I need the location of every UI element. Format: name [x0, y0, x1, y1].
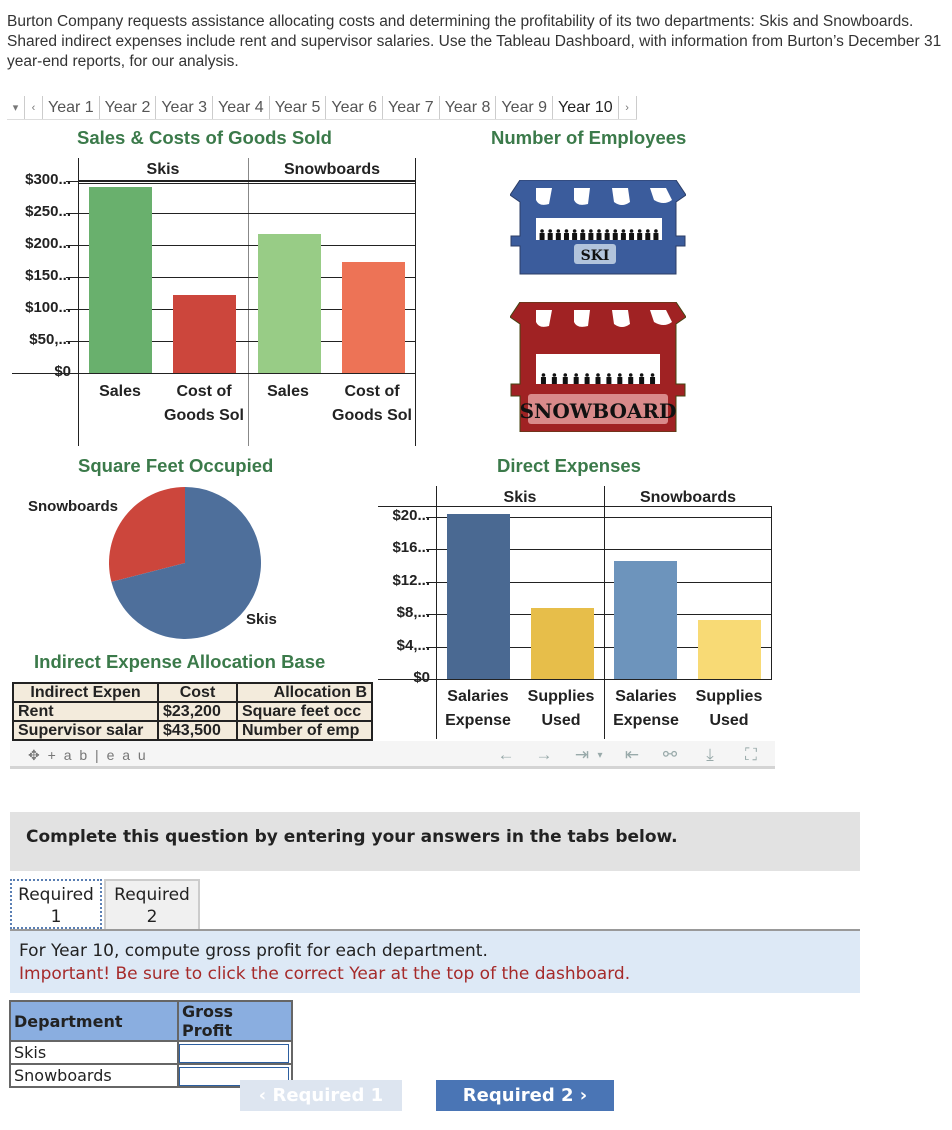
bar-snowboards-salaries-expense[interactable] [614, 560, 677, 679]
category-label: Salaries Expense [445, 688, 511, 729]
divider-line [604, 486, 605, 739]
y-tick-label: $0 [413, 669, 430, 686]
share-icon[interactable]: ⚯ [660, 745, 680, 765]
reset-icon[interactable]: ⇤ [622, 745, 642, 765]
department-cell: Snowboards [9, 1063, 179, 1088]
prev-required-button[interactable]: ‹ Required 1 [240, 1080, 402, 1111]
tab-required-2[interactable]: Required 2 [104, 879, 200, 929]
instruction-panel: For Year 10, compute gross profit for ea… [10, 929, 860, 993]
y-tick-label: $16... [392, 539, 430, 557]
header-department: Department [9, 1000, 179, 1042]
department-cell: Skis [9, 1040, 179, 1065]
bar-skis-salaries-expense[interactable] [447, 513, 510, 679]
baseline [378, 679, 772, 680]
bar-skis-supplies-used[interactable] [531, 607, 594, 679]
header-gross-profit: Gross Profit [177, 1000, 293, 1042]
category-label: Salaries Expense [613, 688, 679, 729]
important-note: Important! Be sure to click the correct … [19, 964, 631, 984]
next-required-button[interactable]: Required 2 › [436, 1080, 614, 1111]
question-banner: Complete this question by entering your … [10, 812, 860, 871]
axis-line [771, 506, 772, 679]
y-tick-label: $12... [392, 571, 430, 589]
tab-required-1[interactable]: Required 1 [10, 879, 102, 929]
category-label: Supplies Used [695, 688, 763, 729]
bar-snowboards-supplies-used[interactable] [698, 619, 761, 679]
gross-profit-table: Department Gross Profit Skis Snowboards [9, 1000, 293, 1088]
category-label: Supplies Used [527, 688, 595, 729]
fullscreen-icon[interactable]: ⛶ [741, 745, 761, 765]
axis-line [436, 486, 437, 739]
table-header-row: Department Gross Profit [9, 1000, 293, 1042]
redo-icon[interactable]: → [534, 745, 554, 765]
gross-profit-input-skis[interactable] [179, 1043, 289, 1063]
undo-icon[interactable]: ← [496, 745, 516, 765]
revert-icon[interactable]: ⇥ [572, 745, 592, 765]
tableau-logo: ✥ + a b | e a u [28, 747, 148, 763]
download-icon[interactable]: ⤓ [700, 745, 720, 765]
direct-expenses-chart: Skis Snowboards $0 $4,... $8,... $12... $16.… [0, 0, 952, 760]
y-tick-label: $4,... [396, 636, 430, 654]
revert-dropdown-icon[interactable]: ▾ [590, 750, 610, 761]
header-line [378, 506, 772, 507]
y-tick-label: $20... [392, 507, 430, 524]
y-tick-label: $8,... [396, 604, 430, 622]
instruction-text: For Year 10, compute gross profit for ea… [19, 941, 488, 961]
tableau-logo-icon: ✥ [28, 747, 42, 763]
tableau-toolbar: ✥ + a b | e a u ← → ⇥ ▾ ⇤ ⚯ ⤓ ⛶ [10, 741, 775, 769]
table-row: Skis [9, 1040, 293, 1065]
